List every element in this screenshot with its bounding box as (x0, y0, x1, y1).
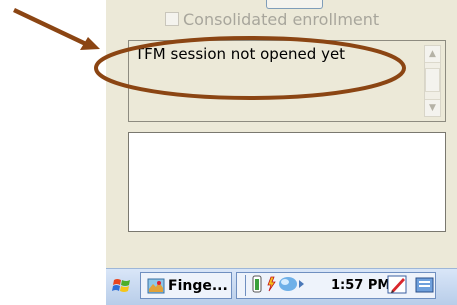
battery-icon[interactable] (250, 275, 264, 297)
taskbar-app-button[interactable]: Finge... (140, 272, 232, 299)
tray-icons (250, 275, 306, 297)
consolidated-enrollment-row[interactable]: Consolidated enrollment (165, 8, 379, 30)
annotation-arrow (13, 7, 100, 50)
keyboard-icon[interactable] (414, 274, 436, 296)
status-scrollbar[interactable]: ▲ ▼ (424, 45, 441, 117)
tray-separator (245, 275, 246, 296)
scroll-thumb[interactable] (425, 68, 440, 92)
taskbar-app-label: Finge... (168, 277, 228, 294)
volume-icon[interactable] (278, 275, 306, 297)
scroll-down-icon[interactable]: ▼ (425, 99, 440, 116)
clock[interactable]: 1:57 PM (331, 278, 390, 293)
status-panel: TFM session not opened yet ▲ ▼ (128, 40, 446, 122)
log-textarea[interactable] (128, 132, 446, 232)
windows-flag-icon[interactable] (112, 276, 132, 296)
network-icon[interactable] (264, 275, 278, 297)
map-app-icon (147, 278, 165, 293)
consolidated-enrollment-label: Consolidated enrollment (183, 9, 380, 29)
consolidated-enrollment-checkbox[interactable] (165, 12, 179, 26)
pen-input-icon[interactable] (387, 274, 409, 296)
scroll-up-icon[interactable]: ▲ (425, 46, 440, 63)
status-text: TFM session not opened yet (135, 45, 346, 63)
